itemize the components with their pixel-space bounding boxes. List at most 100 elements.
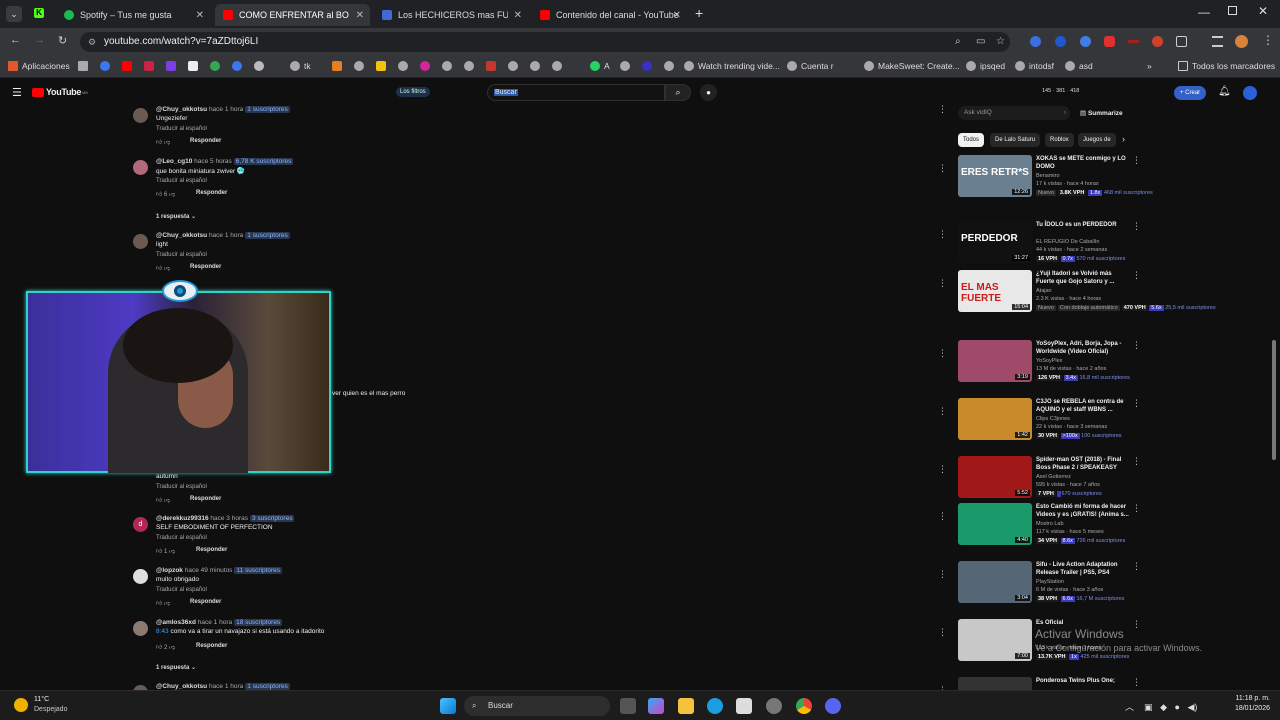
site-info-icon[interactable]: ⚙ <box>88 32 96 52</box>
more-options-icon[interactable]: ⋮ <box>1132 456 1141 467</box>
tab-hechiceros[interactable]: Los HECHICEROS mas FUERTE ✕ <box>374 4 528 26</box>
video-thumbnail[interactable]: 4:40 <box>958 503 1032 545</box>
browser-menu-icon[interactable]: ⋮ <box>1262 33 1274 47</box>
bookmark-intodsf[interactable]: intodsf <box>1015 61 1054 71</box>
chip-juegos[interactable]: Juegos de <box>1078 133 1116 147</box>
video-card[interactable]: Ponderosa Twins Plus One; ⋮ <box>957 677 1147 690</box>
grid-icon[interactable] <box>78 61 88 71</box>
video-channel[interactable]: Mostro Lab <box>1036 521 1064 527</box>
zoom-icon[interactable]: ⌕ <box>955 32 961 52</box>
video-thumbnail[interactable]: 3:19 <box>958 340 1032 382</box>
store-icon[interactable] <box>736 698 752 714</box>
close-icon[interactable]: ✕ <box>196 10 204 21</box>
microphone-icon[interactable]: ● <box>1175 702 1180 712</box>
reply-button[interactable]: Responder <box>196 643 227 649</box>
file-explorer-icon[interactable] <box>678 698 694 714</box>
comment-time[interactable]: hace 1 hora <box>209 106 243 113</box>
bookmarks-overflow-icon[interactable]: » <box>1147 61 1152 71</box>
like-icon[interactable]: 👍︎ <box>156 140 162 146</box>
bookmark-tk[interactable]: tk <box>290 61 311 71</box>
video-card[interactable]: ERES RETR*S 12:26 XOKAS se METE conmigo y … <box>957 155 1153 201</box>
search-button[interactable]: ⌕ <box>665 84 691 101</box>
profile-avatar[interactable] <box>1235 35 1248 48</box>
bookmark-icon[interactable] <box>354 61 364 71</box>
replies-toggle[interactable]: 1 respuesta ⌄ <box>156 213 196 220</box>
avatar[interactable] <box>133 160 148 175</box>
video-card[interactable]: 5:52 Spider-man OST (2018) - Final Boss P… <box>957 456 1147 502</box>
youtube-logo[interactable]: YouTube MX <box>32 87 88 97</box>
extension-icon[interactable] <box>1128 40 1139 43</box>
clock[interactable]: 11:18 p. m. 18/01/2026 <box>1225 695 1270 712</box>
comment-time[interactable]: hace 3 horas <box>210 515 248 522</box>
avatar[interactable] <box>133 108 148 123</box>
extension-icon[interactable] <box>1055 36 1066 47</box>
video-side-menu-icon[interactable]: ⋮ <box>938 406 947 417</box>
volume-icon[interactable]: ◀) <box>1187 702 1197 712</box>
video-thumbnail[interactable]: PERDEDOR 31:27 <box>958 221 1032 263</box>
bookmark-icon[interactable] <box>642 61 652 71</box>
youtube-icon[interactable] <box>122 61 132 71</box>
video-side-menu-icon[interactable]: ⋮ <box>938 511 947 522</box>
task-view-icon[interactable] <box>620 698 636 714</box>
bookmark-icon[interactable] <box>620 61 630 71</box>
video-thumbnail[interactable]: 7:00 <box>958 619 1032 661</box>
avatar[interactable] <box>133 234 148 249</box>
bookmark-apps[interactable]: Aplicaciones <box>8 61 70 71</box>
more-options-icon[interactable]: ⋮ <box>1132 155 1141 166</box>
bookmark-star-icon[interactable]: ☆ <box>996 32 1005 52</box>
chip-roblox[interactable]: Roblox <box>1045 133 1074 147</box>
video-thumbnail[interactable]: 5:52 <box>958 456 1032 498</box>
settings-icon[interactable] <box>766 698 782 714</box>
dislike-icon[interactable]: 👎︎ <box>169 549 175 555</box>
new-tab-button[interactable]: + <box>695 5 703 21</box>
edge-icon[interactable] <box>707 698 723 714</box>
extensions-puzzle-icon[interactable] <box>1176 36 1187 47</box>
extension-icon[interactable] <box>1152 36 1163 47</box>
dislike-icon[interactable]: 👎︎ <box>164 266 170 272</box>
video-thumbnail[interactable]: 1:42 <box>958 398 1032 440</box>
reload-icon[interactable]: ↻ <box>58 34 67 47</box>
comment-author[interactable]: @derekkuz99316 <box>156 515 209 522</box>
video-title[interactable]: ¿Yuji Itadori se Volvió más Fuerte que G… <box>1036 270 1131 286</box>
video-thumbnail[interactable]: 3:04 <box>958 561 1032 603</box>
translate-link[interactable]: Traducir al español <box>156 252 207 258</box>
menu-icon[interactable]: ☰ <box>12 86 22 99</box>
video-side-menu-icon[interactable]: ⋮ <box>938 569 947 580</box>
replies-toggle[interactable]: 1 respuesta ⌄ <box>156 664 196 671</box>
bookmark-icon[interactable] <box>398 61 408 71</box>
video-title[interactable]: Ponderosa Twins Plus One; <box>1036 677 1131 685</box>
translate-link[interactable]: Traducir al español <box>156 484 207 490</box>
maximize-button[interactable] <box>1228 6 1237 15</box>
video-title[interactable]: Spider-man OST (2018) - Final Boss Phase… <box>1036 456 1131 472</box>
bookmark-icon[interactable] <box>552 61 562 71</box>
summarize-button[interactable]: ▤ Summarize <box>1080 109 1123 117</box>
bookmark-icon[interactable] <box>464 61 474 71</box>
comments-more-icon[interactable]: ⋮ <box>938 104 947 115</box>
bookmark-icon[interactable] <box>442 61 452 71</box>
reply-button[interactable]: Responder <box>196 547 227 553</box>
bookmark-icon[interactable] <box>376 61 386 71</box>
video-card[interactable]: 4:40 Esto Cambió mi forma de hacer Videos… <box>957 503 1147 549</box>
video-thumbnail[interactable] <box>958 677 1032 690</box>
timestamp-link[interactable]: 8:43 <box>156 628 169 635</box>
bookmark-ipsqed[interactable]: ipsqed <box>966 61 1005 71</box>
comment-time[interactable]: hace 5 horas <box>194 158 232 165</box>
reading-list-icon[interactable] <box>1212 36 1223 47</box>
bookmark-whatsapp[interactable]: A <box>590 61 610 71</box>
tray-app-icon[interactable]: ▣ <box>1144 702 1153 712</box>
close-icon[interactable]: ✕ <box>673 10 681 21</box>
bookmark-asd[interactable]: asd <box>1065 61 1093 71</box>
dislike-icon[interactable]: 👎︎ <box>164 498 170 504</box>
video-thumbnail[interactable]: ERES RETR*S 12:26 <box>958 155 1032 197</box>
forward-icon[interactable]: → <box>34 34 45 46</box>
like-icon[interactable]: 👍︎ <box>156 498 162 504</box>
video-side-menu-icon[interactable]: ⋮ <box>938 464 947 475</box>
video-title[interactable]: Tu ÍDOLO es un PERDEDOR <box>1036 221 1131 229</box>
chips-next-icon[interactable]: › <box>1122 134 1125 144</box>
bookmark-icon[interactable] <box>100 61 110 71</box>
bookmark-icon[interactable] <box>332 61 342 71</box>
video-channel[interactable]: Benamiro <box>1036 173 1060 179</box>
filters-button[interactable]: Los filtros <box>396 87 430 97</box>
dislike-icon[interactable]: 👎︎ <box>164 601 170 607</box>
video-title[interactable]: Esto Cambió mi forma de hacer Videos y e… <box>1036 503 1131 519</box>
